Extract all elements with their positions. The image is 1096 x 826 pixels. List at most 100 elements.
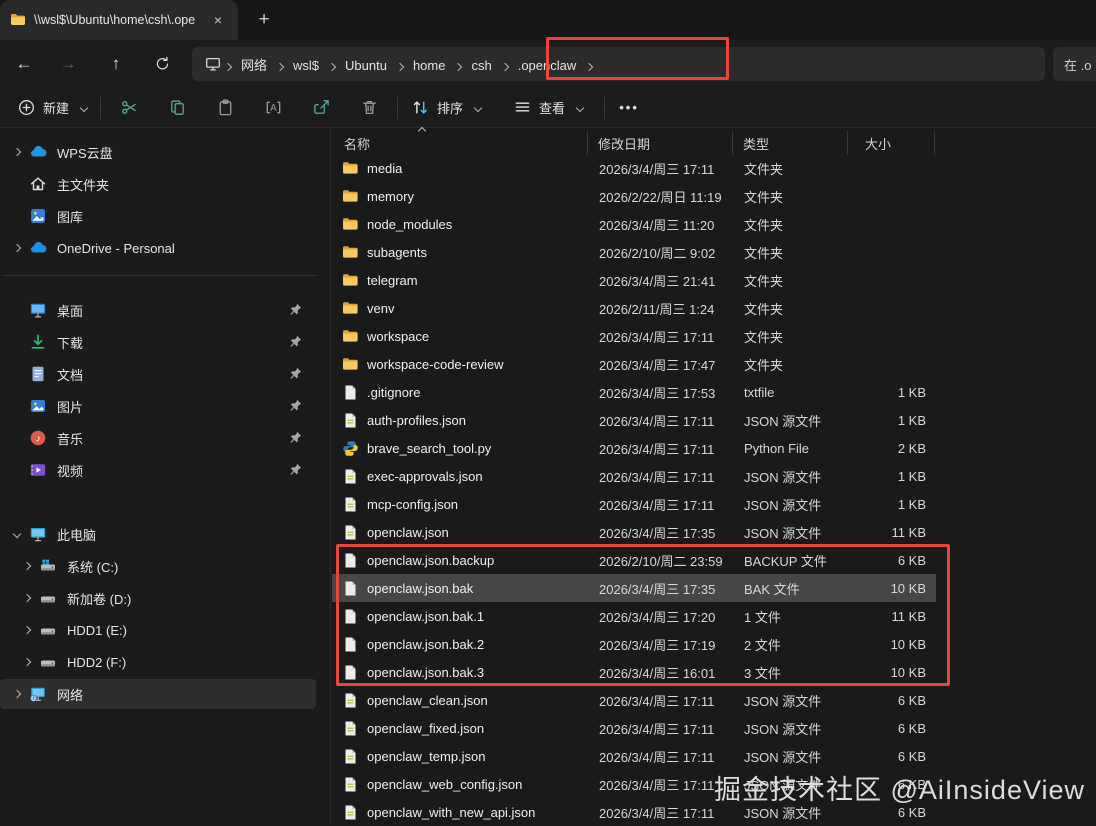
file-type: 文件夹 bbox=[744, 245, 784, 261]
pin-icon bbox=[288, 366, 304, 382]
column-header-name[interactable]: 名称 bbox=[331, 131, 588, 155]
cut-button[interactable] bbox=[105, 91, 153, 125]
chevron-right-icon[interactable] bbox=[12, 147, 22, 157]
refresh-button[interactable] bbox=[144, 47, 180, 81]
chevron-right-icon[interactable] bbox=[12, 689, 22, 699]
sidebar-item-WPS-[interactable]: WPS云盘 bbox=[0, 137, 316, 167]
tab-close-icon[interactable]: × bbox=[206, 8, 230, 32]
file-name: openclaw_web_config.json bbox=[367, 776, 523, 792]
sidebar-item-HDD1-E-[interactable]: HDD1 (E:) bbox=[10, 615, 316, 645]
file-row-workspace[interactable]: workspace 2026/3/4/周三 17:11 文件夹 bbox=[332, 322, 936, 350]
file-row-openclaw_with_new_api.json[interactable]: openclaw_with_new_api.json 2026/3/4/周三 17… bbox=[332, 798, 936, 826]
column-header-date[interactable]: 修改日期 bbox=[588, 131, 733, 155]
file-date: 2026/3/4/周三 17:35 bbox=[599, 525, 716, 541]
sidebar-item--[interactable]: 文档 bbox=[0, 359, 316, 389]
file-row-exec-approvals.json[interactable]: exec-approvals.json 2026/3/4/周三 17:11 JSON… bbox=[332, 462, 936, 490]
sidebar-item-label: 文档 bbox=[57, 367, 84, 383]
json-icon bbox=[342, 496, 359, 513]
sort-button[interactable]: 排序 bbox=[402, 91, 490, 125]
file-date: 2026/3/4/周三 17:11 bbox=[599, 413, 715, 429]
toolbar-divider bbox=[604, 96, 606, 119]
paste-button[interactable] bbox=[201, 91, 249, 125]
sidebar-item--[interactable]: 图片 bbox=[0, 391, 316, 421]
breadcrumb-item-.openclaw[interactable]: .openclaw bbox=[509, 54, 586, 77]
delete-button[interactable] bbox=[345, 91, 393, 125]
sidebar-item--D-[interactable]: 新加卷 (D:) bbox=[10, 583, 316, 613]
file-date: 2026/3/4/周三 17:11 bbox=[599, 441, 715, 457]
file-row-openclaw.json.bak.2[interactable]: openclaw.json.bak.2 2026/3/4/周三 17:19 2 文件… bbox=[332, 630, 936, 658]
expand-slot bbox=[16, 593, 38, 603]
file-row-workspace-code-review[interactable]: workspace-code-review 2026/3/4/周三 17:47 文件… bbox=[332, 350, 936, 378]
sidebar-item--[interactable]: ♪ 音乐 bbox=[0, 423, 316, 453]
chevron-right-icon[interactable] bbox=[22, 657, 32, 667]
sidebar-item-HDD2-F-[interactable]: HDD2 (F:) bbox=[10, 647, 316, 677]
file-row-media[interactable]: media 2026/3/4/周三 17:11 文件夹 bbox=[332, 154, 936, 182]
file-row-.gitignore[interactable]: .gitignore 2026/3/4/周三 17:53 txtfile 1 KB bbox=[332, 378, 936, 406]
file-row-openclaw_temp.json[interactable]: openclaw_temp.json 2026/3/4/周三 17:11 JSON … bbox=[332, 742, 936, 770]
search-input[interactable]: 在 .o bbox=[1053, 47, 1096, 81]
file-row-openclaw.json.bak[interactable]: openclaw.json.bak 2026/3/4/周三 17:35 BAK 文件… bbox=[332, 574, 936, 602]
chevron-right-icon[interactable] bbox=[22, 625, 32, 635]
breadcrumb-item--[interactable]: 网络 bbox=[232, 54, 276, 77]
drive-icon bbox=[38, 652, 58, 672]
file-row-venv[interactable]: venv 2026/2/11/周三 1:24 文件夹 bbox=[332, 294, 936, 322]
up-button[interactable]: ↑ bbox=[98, 47, 134, 81]
new-tab-button[interactable]: + bbox=[250, 7, 278, 35]
sidebar-item--[interactable]: 主文件夹 bbox=[0, 169, 316, 199]
view-button[interactable]: 查看 bbox=[504, 91, 592, 125]
more-options-button[interactable]: ••• bbox=[609, 91, 649, 125]
json-icon bbox=[342, 776, 359, 793]
file-size: 10 KB bbox=[890, 664, 926, 680]
sidebar-item--[interactable]: 此电脑 bbox=[0, 519, 316, 549]
forward-button[interactable]: → bbox=[50, 47, 86, 81]
chevron-right-icon[interactable] bbox=[12, 243, 22, 253]
back-button[interactable]: ← bbox=[6, 47, 42, 81]
file-size: 6 KB bbox=[897, 692, 926, 708]
sidebar-item--[interactable]: 桌面 bbox=[0, 295, 316, 325]
copy-button[interactable] bbox=[153, 91, 201, 125]
file-row-openclaw.json.bak.1[interactable]: openclaw.json.bak.1 2026/3/4/周三 17:20 1 文件… bbox=[332, 602, 936, 630]
file-row-openclaw.json[interactable]: openclaw.json 2026/3/4/周三 17:35 JSON 源文件 11… bbox=[332, 518, 936, 546]
file-name-cell: memory bbox=[332, 188, 589, 205]
address-bar[interactable]: 网络 wsl$ Ubuntu home csh .openclaw bbox=[192, 47, 1045, 81]
breadcrumb-item-wsl$[interactable]: wsl$ bbox=[284, 54, 328, 77]
file-row-auth-profiles.json[interactable]: auth-profiles.json 2026/3/4/周三 17:11 JSON … bbox=[332, 406, 936, 434]
file-row-subagents[interactable]: subagents 2026/2/10/周二 9:02 文件夹 bbox=[332, 238, 936, 266]
file-row-openclaw_clean.json[interactable]: openclaw_clean.json 2026/3/4/周三 17:11 JSON… bbox=[332, 686, 936, 714]
sidebar-item--[interactable]: 网络 bbox=[0, 679, 316, 709]
sidebar-item-OneDrive-Personal[interactable]: OneDrive - Personal bbox=[0, 233, 316, 263]
file-row-mcp-config.json[interactable]: mcp-config.json 2026/3/4/周三 17:11 JSON 源文件… bbox=[332, 490, 936, 518]
column-header-size[interactable]: 大小 bbox=[848, 131, 935, 155]
file-size: 6 KB bbox=[897, 720, 926, 736]
file-row-openclaw.json.backup[interactable]: openclaw.json.backup 2026/2/10/周二 23:59 BA… bbox=[332, 546, 936, 574]
breadcrumb-item-csh[interactable]: csh bbox=[462, 54, 500, 77]
sidebar-item--C-[interactable]: 系统 (C:) bbox=[10, 551, 316, 581]
file-date: 2026/3/4/周三 17:35 bbox=[599, 581, 716, 597]
breadcrumb-item-home[interactable]: home bbox=[404, 54, 455, 77]
explorer-tab[interactable]: \\wsl$\Ubuntu\home\csh\.ope × bbox=[0, 0, 238, 40]
sidebar-item--[interactable]: 下载 bbox=[0, 327, 316, 357]
file-name-cell: mcp-config.json bbox=[332, 496, 589, 513]
chevron-down-icon[interactable] bbox=[12, 529, 22, 539]
sidebar-item--[interactable]: 视频 bbox=[0, 455, 316, 485]
file-type: JSON 源文件 bbox=[744, 413, 822, 429]
file-row-brave_search_tool.py[interactable]: brave_search_tool.py 2026/3/4/周三 17:11 Pyt… bbox=[332, 434, 936, 462]
file-row-openclaw.json.bak.3[interactable]: openclaw.json.bak.3 2026/3/4/周三 16:01 3 文件… bbox=[332, 658, 936, 686]
breadcrumb-item-Ubuntu[interactable]: Ubuntu bbox=[336, 54, 396, 77]
file-row-node_modules[interactable]: node_modules 2026/3/4/周三 11:20 文件夹 bbox=[332, 210, 936, 238]
sidebar-item--[interactable]: 图库 bbox=[0, 201, 316, 231]
column-header-type[interactable]: 类型 bbox=[733, 131, 848, 155]
new-button[interactable]: 新建 bbox=[8, 91, 96, 125]
file-row-openclaw_fixed.json[interactable]: openclaw_fixed.json 2026/3/4/周三 17:11 JSON… bbox=[332, 714, 936, 742]
share-button[interactable] bbox=[297, 91, 345, 125]
file-name: telegram bbox=[367, 272, 418, 288]
file-name-cell: openclaw.json.bak.3 bbox=[332, 664, 589, 681]
file-row-telegram[interactable]: telegram 2026/3/4/周三 21:41 文件夹 bbox=[332, 266, 936, 294]
file-row-openclaw_web_config.json[interactable]: openclaw_web_config.json 2026/3/4/周三 17:1… bbox=[332, 770, 936, 798]
file-row-memory[interactable]: memory 2026/2/22/周日 11:19 文件夹 bbox=[332, 182, 936, 210]
file-type: 文件夹 bbox=[744, 217, 784, 233]
chevron-right-icon[interactable] bbox=[22, 561, 32, 571]
rename-button[interactable]: A bbox=[249, 91, 297, 125]
chevron-right-icon[interactable] bbox=[22, 593, 32, 603]
file-icon bbox=[342, 552, 359, 569]
